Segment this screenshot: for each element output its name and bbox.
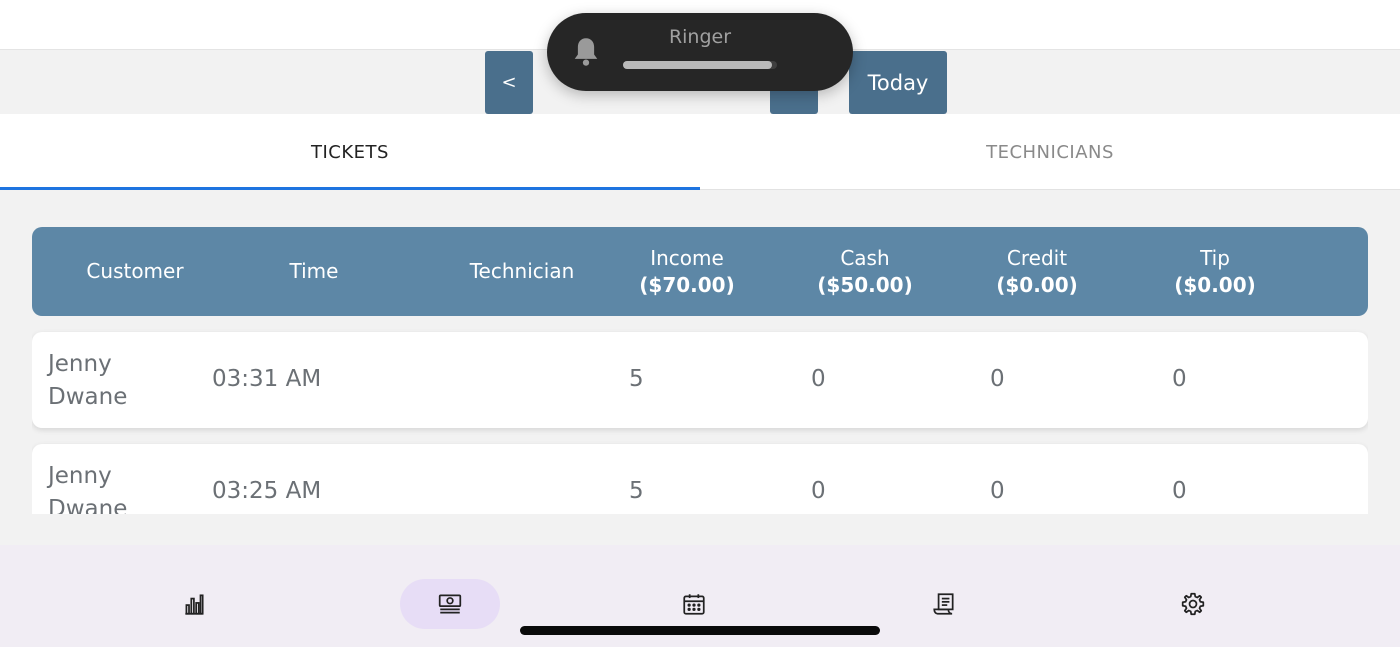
receipt-icon bbox=[933, 593, 954, 615]
tab-technicians[interactable]: TECHNICIANS bbox=[700, 114, 1400, 190]
active-tab-indicator bbox=[0, 187, 700, 190]
table-row[interactable]: Jenny Dwane 03:25 AM 5 0 0 0 bbox=[32, 444, 1368, 514]
home-indicator[interactable] bbox=[520, 626, 880, 635]
cash-value: 0 bbox=[811, 478, 826, 504]
tickets-list[interactable]: Jenny Dwane 03:31 AM 5 0 0 0 Jenny Dwane… bbox=[32, 320, 1368, 514]
income-value: 5 bbox=[629, 366, 644, 392]
column-header-technician[interactable]: Technician bbox=[452, 227, 592, 316]
customer-name: Jenny Dwane bbox=[48, 351, 128, 410]
ringer-volume-toast: Ringer bbox=[547, 13, 853, 91]
tab-bar: TICKETS TECHNICIANS bbox=[0, 114, 1400, 190]
column-header-cash[interactable]: Cash ($50.00) bbox=[795, 227, 935, 316]
column-label: Income bbox=[650, 245, 724, 270]
ticket-time: 03:31 AM bbox=[212, 366, 322, 392]
toast-title: Ringer bbox=[668, 26, 732, 48]
column-header-income[interactable]: Income ($70.00) bbox=[617, 227, 757, 316]
column-total: ($0.00) bbox=[996, 272, 1078, 297]
credit-value: 0 bbox=[990, 478, 1005, 504]
nav-reports[interactable] bbox=[144, 579, 244, 629]
column-total: ($70.00) bbox=[639, 272, 735, 297]
table-header: Customer Time Technician Income ($70.00)… bbox=[32, 227, 1368, 316]
column-label: Credit bbox=[1006, 245, 1068, 270]
column-label: Technician bbox=[469, 259, 575, 283]
tab-tickets-label: TICKETS bbox=[311, 141, 389, 163]
nav-tickets[interactable] bbox=[400, 579, 500, 629]
column-label: Customer bbox=[86, 259, 184, 283]
tab-technicians-label: TECHNICIANS bbox=[986, 141, 1114, 163]
nav-calendar[interactable] bbox=[644, 579, 744, 629]
bar-chart-icon bbox=[185, 594, 204, 615]
column-label: Tip bbox=[1200, 245, 1230, 270]
credit-value: 0 bbox=[990, 366, 1005, 392]
column-header-tip[interactable]: Tip ($0.00) bbox=[1145, 227, 1285, 316]
table-row[interactable]: Jenny Dwane 03:31 AM 5 0 0 0 bbox=[32, 332, 1368, 428]
tab-tickets[interactable]: TICKETS bbox=[0, 114, 700, 190]
column-header-customer[interactable]: Customer bbox=[60, 227, 210, 316]
column-total: ($50.00) bbox=[817, 272, 913, 297]
cash-value: 0 bbox=[811, 366, 826, 392]
previous-day-button[interactable]: < bbox=[485, 51, 533, 114]
ticket-time: 03:25 AM bbox=[212, 478, 322, 504]
customer-name: Jenny Dwane bbox=[48, 463, 128, 514]
column-label: Time bbox=[289, 259, 339, 283]
column-total: ($0.00) bbox=[1174, 272, 1256, 297]
income-value: 5 bbox=[629, 478, 644, 504]
nav-receipts[interactable] bbox=[894, 579, 994, 629]
tip-value: 0 bbox=[1172, 478, 1187, 504]
nav-settings[interactable] bbox=[1143, 579, 1243, 629]
column-label: Cash bbox=[840, 245, 890, 270]
column-header-time[interactable]: Time bbox=[254, 227, 374, 316]
column-header-credit[interactable]: Credit ($0.00) bbox=[967, 227, 1107, 316]
cash-icon bbox=[438, 594, 462, 614]
gear-icon bbox=[1181, 592, 1205, 616]
ringer-volume-bar bbox=[623, 61, 777, 69]
tip-value: 0 bbox=[1172, 366, 1187, 392]
calendar-icon bbox=[683, 594, 705, 615]
ringer-volume-level bbox=[623, 61, 773, 69]
today-button[interactable]: Today bbox=[849, 51, 947, 114]
